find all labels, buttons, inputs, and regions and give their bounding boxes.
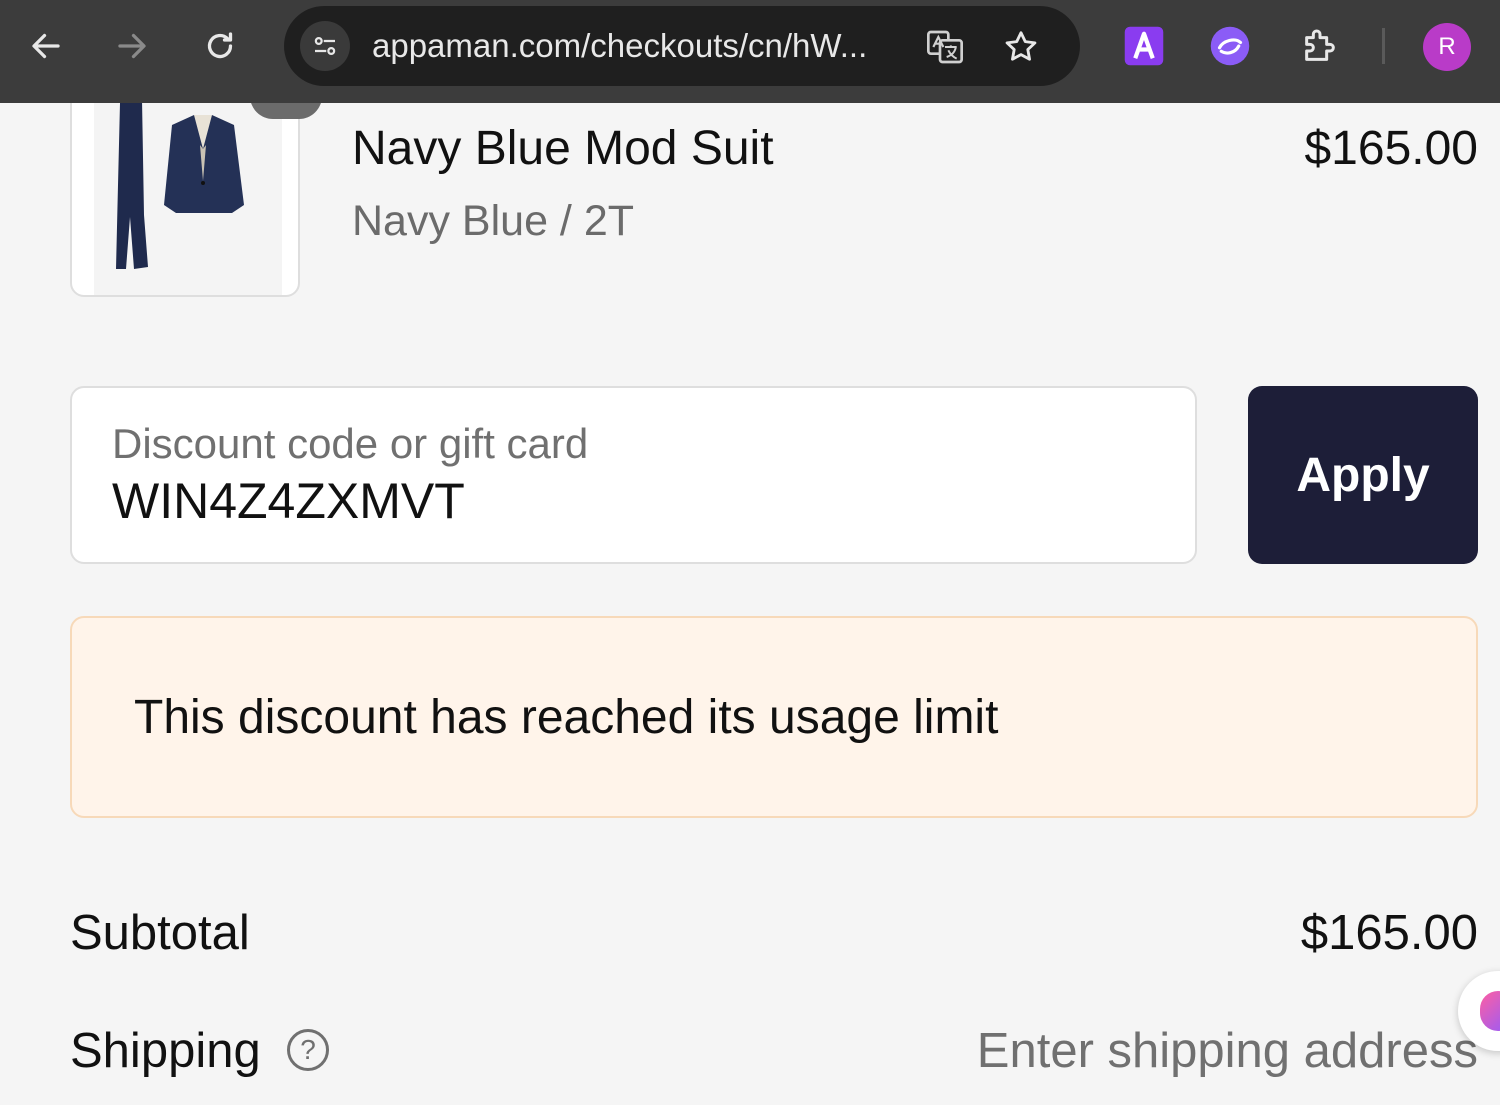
url-text[interactable]: appaman.com/checkouts/cn/hW...	[372, 6, 867, 86]
discount-field-label: Discount code or gift card	[112, 420, 589, 467]
shipping-value: Enter shipping address	[976, 1024, 1478, 1078]
discount-code-field[interactable]: Discount code or gift card WIN4Z4ZXMVT	[70, 386, 1197, 564]
product-variant: Navy Blue / 2T	[352, 197, 634, 245]
reload-icon[interactable]	[196, 22, 244, 70]
discount-code-input[interactable]: WIN4Z4ZXMVT	[112, 472, 465, 530]
discount-error-message: This discount has reached its usage limi…	[134, 691, 999, 744]
site-info-icon[interactable]	[300, 21, 350, 71]
product-price: $165.00	[1304, 122, 1478, 175]
apply-button[interactable]: Apply	[1248, 386, 1478, 564]
address-bar[interactable]: appaman.com/checkouts/cn/hW...	[284, 6, 1080, 86]
toolbar-divider	[1382, 28, 1385, 64]
extension-purple-icon[interactable]	[1208, 24, 1252, 68]
subtotal-value: $165.00	[1300, 906, 1478, 960]
product-name: Navy Blue Mod Suit	[352, 122, 774, 175]
back-arrow-icon[interactable]	[22, 22, 70, 70]
extensions-puzzle-icon[interactable]	[1298, 24, 1342, 68]
translate-icon[interactable]	[924, 26, 966, 68]
subtotal-label: Subtotal	[70, 906, 250, 960]
bookmark-star-icon[interactable]	[1000, 26, 1042, 68]
widget-logo-icon	[1480, 991, 1500, 1031]
shipping-label: Shipping	[70, 1024, 261, 1078]
shipping-help-icon[interactable]: ?	[287, 1029, 329, 1071]
forward-arrow-icon[interactable]	[108, 22, 156, 70]
discount-error-alert: This discount has reached its usage limi…	[70, 616, 1478, 818]
product-image	[70, 103, 300, 297]
checkout-content: Navy Blue Mod Suit Navy Blue / 2T $165.0…	[0, 103, 1500, 1105]
profile-avatar[interactable]: R	[1423, 23, 1471, 71]
extension-a-icon[interactable]	[1122, 24, 1166, 68]
browser-toolbar: appaman.com/checkouts/cn/hW... R	[0, 0, 1500, 103]
